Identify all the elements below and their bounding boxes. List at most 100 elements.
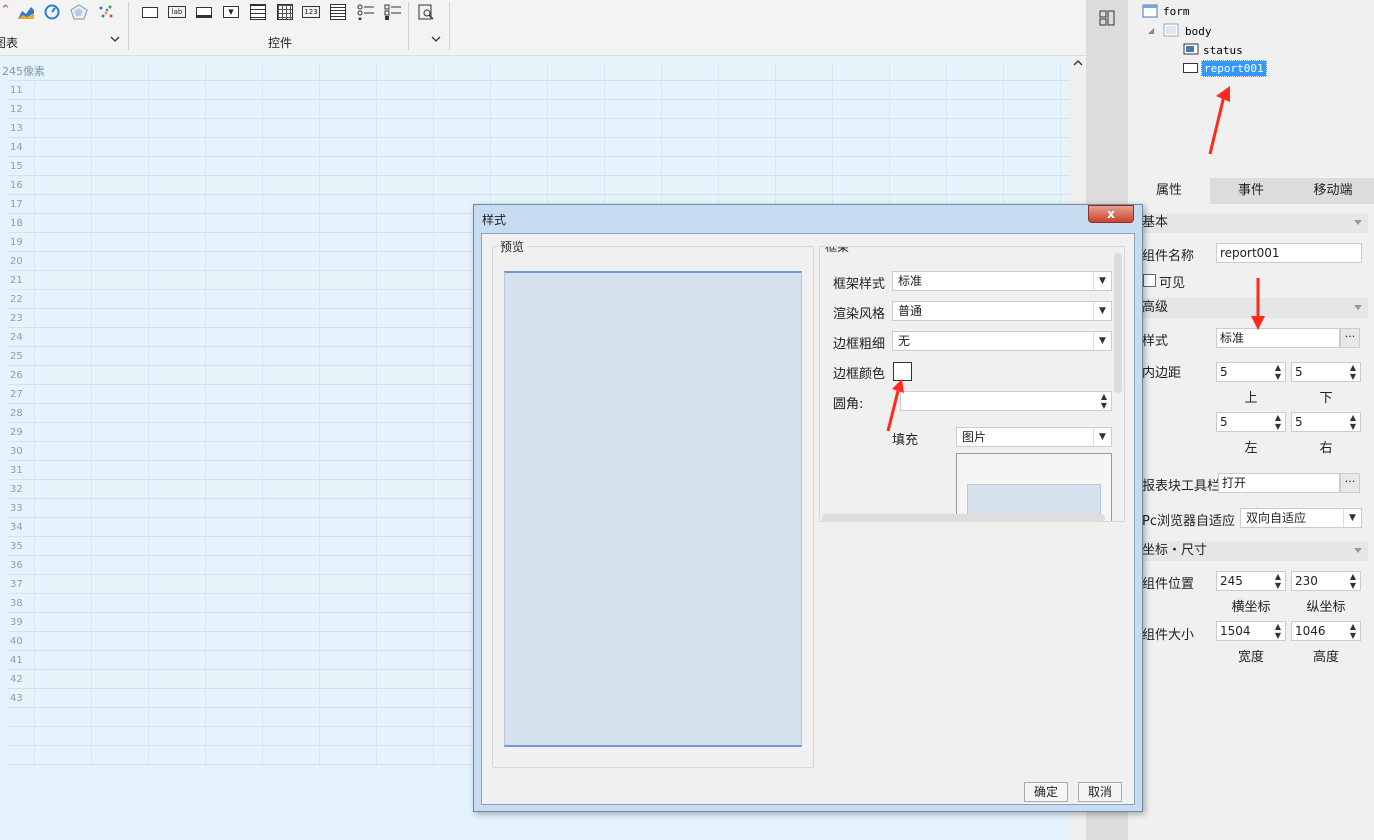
render-style-select[interactable]: 普通 ▼ [892, 301, 1112, 321]
chevron-down-icon[interactable] [431, 34, 441, 44]
style-ellipsis-button[interactable]: ··· [1340, 328, 1360, 348]
frame-control-icon[interactable] [142, 7, 158, 18]
spinner-icon[interactable]: ▲ ▼ [1098, 392, 1110, 410]
spinner-icon[interactable]: ▲ ▼ [1272, 572, 1284, 590]
section-basic-label: 基本 [1142, 215, 1169, 230]
spinner-icon[interactable]: ▲ ▼ [1272, 622, 1284, 640]
row-number: 39 [10, 617, 23, 628]
padding-bottom-input[interactable]: 5 ▲ ▼ [1291, 362, 1361, 382]
label-control-icon[interactable]: lab [168, 6, 186, 18]
tree-node-body[interactable]: body [1185, 25, 1212, 38]
toolbar-setting-input[interactable]: 打开 [1218, 473, 1340, 493]
tree-node-form[interactable]: form [1163, 5, 1190, 18]
row-number: 20 [10, 256, 23, 267]
dialog-body: 预览 框架 框架样式 标准 ▼ 渲染风格 普通 ▼ 边框粗细 无 ▼ 边框颜色 圆角:… [481, 233, 1135, 805]
row-number: 26 [10, 370, 23, 381]
checkbox-group-icon[interactable] [384, 4, 402, 20]
fill-select[interactable]: 图片 ▼ [956, 427, 1112, 447]
query-icon[interactable] [418, 4, 436, 20]
row-number: 35 [10, 541, 23, 552]
chevron-down-icon[interactable]: ▼ [1093, 332, 1111, 350]
radar-chart-icon[interactable] [70, 4, 88, 20]
tab-events[interactable]: 事件 [1210, 178, 1292, 204]
position-x-input[interactable]: 245 ▲ ▼ [1216, 571, 1286, 591]
border-width-label: 边框粗细 [833, 337, 886, 352]
chevron-down-icon[interactable] [110, 34, 120, 44]
right-label: 右 [1319, 441, 1333, 456]
number-control-icon[interactable]: 123 [302, 6, 320, 18]
spinner-icon[interactable]: ▲ ▼ [1272, 363, 1284, 381]
position-y-input[interactable]: 230 ▲ ▼ [1291, 571, 1361, 591]
collapse-icon [1354, 548, 1362, 553]
tree-expand-icon[interactable]: ◢ [1148, 26, 1154, 35]
component-name-label: 组件名称 [1142, 249, 1195, 264]
row-number: 11 [10, 85, 23, 96]
tree-node-report001[interactable]: report001 [1201, 60, 1267, 77]
frame-legend: 框架 [822, 247, 853, 255]
dropdown-control-icon[interactable]: ▼ [223, 6, 239, 18]
chevron-down-icon[interactable]: ▼ [1093, 272, 1111, 290]
frame-style-select[interactable]: 标准 ▼ [892, 271, 1112, 291]
render-style-label: 渲染风格 [833, 307, 886, 322]
chevron-down-icon[interactable]: ▼ [1093, 302, 1111, 320]
tab-mobile[interactable]: 移动端 [1292, 178, 1374, 204]
radio-group-icon[interactable] [357, 4, 375, 20]
chevron-down-icon[interactable]: ▼ [1343, 509, 1361, 527]
padding-top-value: 5 [1220, 365, 1228, 379]
cancel-button[interactable]: 取消 [1078, 782, 1122, 802]
close-button[interactable]: x [1088, 205, 1134, 223]
chevron-down-icon[interactable]: ▼ [1093, 428, 1111, 446]
area-chart-icon[interactable] [17, 4, 35, 20]
fill-value: 图片 [962, 430, 987, 444]
gauge-chart-icon[interactable] [43, 4, 61, 20]
component-name-input[interactable]: report001 [1216, 243, 1362, 263]
spinner-icon[interactable]: ▲ ▼ [1272, 413, 1284, 431]
text-control-icon[interactable] [196, 7, 212, 18]
checkbox-list-icon[interactable] [250, 4, 266, 20]
style-dialog: 样式 x 预览 框架 框架样式 标准 ▼ 渲染风格 普通 ▼ 边框粗细 无 ▼ 边框颜… [473, 204, 1143, 812]
position-label: 组件位置 [1142, 577, 1195, 592]
annotation-arrow [1208, 86, 1230, 155]
style-label: 样式 [1142, 334, 1169, 349]
horizontal-scrollbar[interactable] [822, 514, 1105, 522]
row-number: 38 [10, 598, 23, 609]
style-input[interactable]: 标准 [1216, 328, 1340, 348]
frame-scrollbar[interactable] [1114, 253, 1122, 393]
textarea-control-icon[interactable] [330, 4, 346, 20]
property-tabs: 属性 事件 移动端 [1128, 178, 1374, 204]
ok-button[interactable]: 确定 [1024, 782, 1068, 802]
scroll-up-icon[interactable] [1073, 58, 1083, 68]
height-input[interactable]: 1046 ▲ ▼ [1291, 621, 1361, 641]
fill-image-preview[interactable] [956, 453, 1112, 521]
border-width-select[interactable]: 无 ▼ [892, 331, 1112, 351]
scatter-chart-icon[interactable] [97, 4, 115, 20]
radius-input[interactable]: ▲ ▼ [900, 391, 1112, 411]
layout-panel-icon[interactable] [1099, 10, 1115, 26]
controls-group-label: 控件 [268, 36, 293, 50]
spinner-icon[interactable]: ▲ ▼ [1347, 413, 1359, 431]
height-label: 高度 [1312, 650, 1339, 665]
spinner-icon[interactable]: ▲ ▼ [1347, 363, 1359, 381]
width-input[interactable]: 1504 ▲ ▼ [1216, 621, 1286, 641]
padding-right-input[interactable]: 5 ▲ ▼ [1291, 412, 1361, 432]
position-x-value: 245 [1220, 574, 1243, 588]
padding-top-input[interactable]: 5 ▲ ▼ [1216, 362, 1286, 382]
date-control-icon[interactable] [277, 4, 293, 20]
x-label: 横坐标 [1231, 600, 1271, 615]
border-color-label: 边框颜色 [833, 367, 886, 382]
annotation-arrow [886, 379, 904, 432]
spinner-icon[interactable]: ▲ ▼ [1347, 622, 1359, 640]
tree-node-status[interactable]: status [1203, 44, 1243, 57]
pc-adapt-select[interactable]: 双向自适应 ▼ [1240, 508, 1362, 528]
padding-left-input[interactable]: 5 ▲ ▼ [1216, 412, 1286, 432]
section-basic[interactable]: 基本 [1140, 213, 1368, 233]
visible-checkbox[interactable] [1143, 274, 1156, 287]
section-coords[interactable]: 坐标・尺寸 [1140, 541, 1368, 561]
tab-properties[interactable]: 属性 [1128, 178, 1210, 204]
spinner-icon[interactable]: ▲ ▼ [1347, 572, 1359, 590]
section-advanced-label: 高级 [1142, 300, 1169, 315]
frame-style-label: 框架样式 [833, 277, 886, 292]
toolbar-ellipsis-button[interactable]: ··· [1340, 473, 1360, 493]
row-number: 32 [10, 484, 23, 495]
area-chart-icon[interactable]: ⌃ [0, 4, 18, 20]
